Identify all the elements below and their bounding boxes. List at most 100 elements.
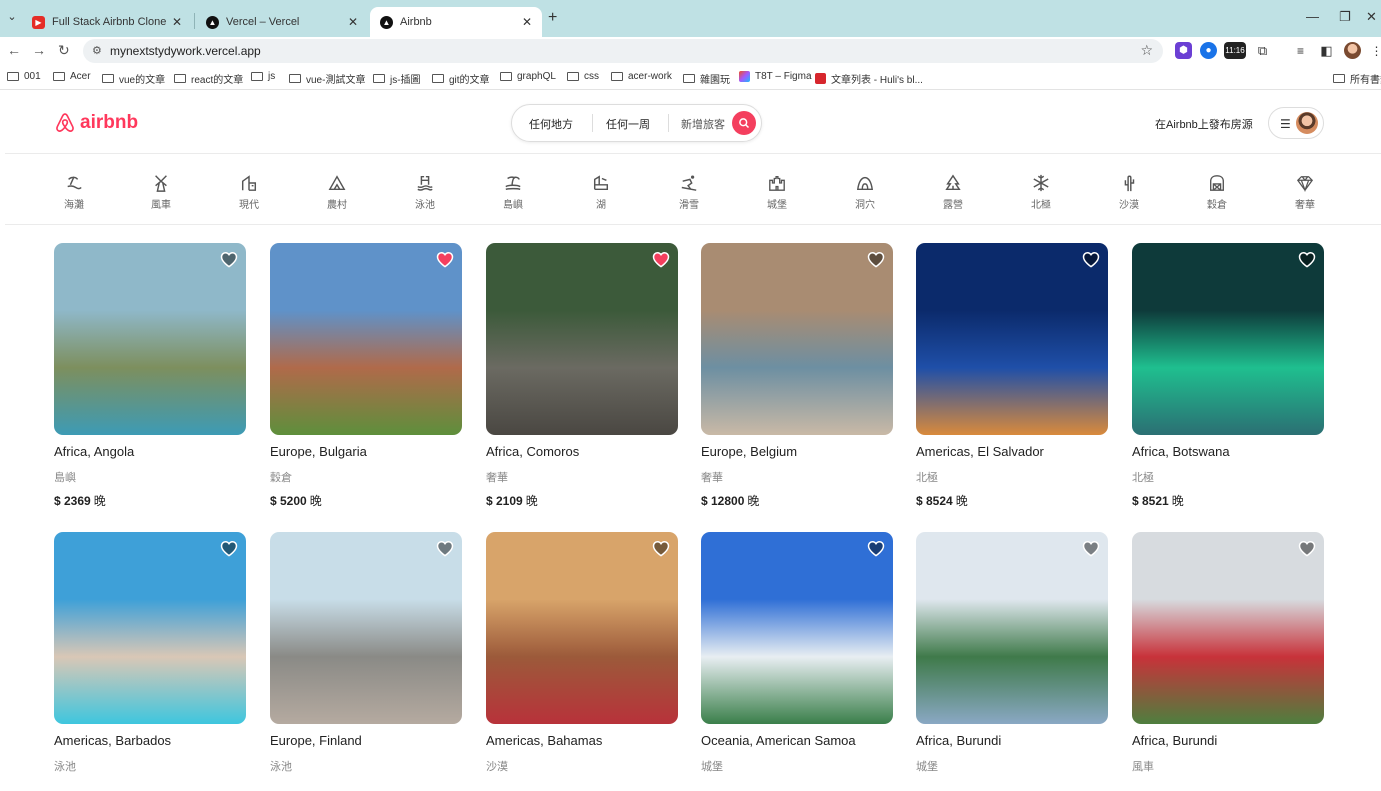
category-cave[interactable]: 洞穴 [835,174,895,211]
listing-card[interactable]: Africa, Comoros 奢華 $ 2109 晚 [486,243,678,508]
bookmark-figma[interactable]: T8T – Figma [739,71,812,82]
heart-icon[interactable] [1298,251,1316,273]
bookmark-folder[interactable]: vue的文章 [102,71,165,86]
category-lake[interactable]: 湖 [571,174,631,211]
search-bar[interactable]: 任何地方 任何一周 新增旅客 [511,104,762,142]
listing-card[interactable]: Europe, Bulgaria 穀倉 $ 5200 晚 [270,243,462,508]
site-info-icon[interactable]: ⚙ [92,44,102,57]
extension-icon[interactable]: ⬢ [1175,42,1192,59]
listing-image[interactable] [916,243,1108,435]
listing-card[interactable]: Oceania, American Samoa 城堡 [701,532,893,773]
category-modern[interactable]: 現代 [219,174,279,211]
close-icon[interactable]: ✕ [348,15,358,29]
heart-icon[interactable] [1298,540,1316,562]
listing-card[interactable]: Americas, Bahamas 沙漠 [486,532,678,773]
clock-extension-icon[interactable]: 11:16 [1224,42,1246,59]
category-windmill[interactable]: 風車 [131,174,191,211]
bookmark-folder[interactable]: acer-work [611,71,672,82]
category-castle[interactable]: 城堡 [747,174,807,211]
listing-image[interactable] [54,243,246,435]
heart-icon[interactable] [867,540,885,562]
airbnb-logo[interactable]: airbnb [54,111,138,135]
search-anywhere[interactable]: 任何地方 [529,116,573,132]
new-tab-button[interactable]: + [548,9,557,27]
category-arctic[interactable]: 北極 [1011,174,1071,211]
heart-icon[interactable] [652,540,670,562]
heart-icon[interactable] [1082,540,1100,562]
search-anyweek[interactable]: 任何一周 [606,116,650,132]
category-desert[interactable]: 沙漠 [1099,174,1159,211]
category-beach[interactable]: 海灘 [44,174,104,211]
bookmark-star-icon[interactable]: ☆ [1140,42,1153,59]
reload-icon[interactable]: ↻ [58,42,70,59]
bookmark-folder[interactable]: graphQL [500,71,556,82]
listing-image[interactable] [1132,532,1324,724]
listing-image[interactable] [701,532,893,724]
tab-search-button[interactable]: ⌄ [4,10,20,26]
search-guests[interactable]: 新增旅客 [681,116,725,132]
heart-icon[interactable] [652,251,670,273]
listing-image[interactable] [270,243,462,435]
bookmark-site[interactable]: 文章列表 - Huli's bl... [815,71,923,86]
listing-card[interactable]: Africa, Burundi 城堡 [916,532,1108,773]
browser-tab-youtube[interactable]: ▶ Full Stack Airbnb Clone with I ✕ [22,7,192,37]
menu-dots-icon[interactable]: ⋮ [1368,42,1381,59]
close-window-icon[interactable]: ✕ [1366,9,1377,25]
heart-icon[interactable] [1082,251,1100,273]
heart-icon[interactable] [220,540,238,562]
bookmark-folder[interactable]: Acer [53,71,91,82]
bookmark-folder[interactable]: git的文章 [432,71,490,86]
minimize-icon[interactable]: — [1306,9,1319,24]
bookmark-folder[interactable]: vue-測試文章 [289,71,365,86]
listing-card[interactable]: Europe, Finland 泳池 [270,532,462,773]
forward-icon[interactable]: → [32,42,46,58]
bookmark-folder[interactable]: 雜園玩 [683,71,730,86]
listing-card[interactable]: Europe, Belgium 奢華 $ 12800 晚 [701,243,893,508]
heart-icon[interactable] [867,251,885,273]
category-camping[interactable]: 露營 [923,174,983,211]
listing-image[interactable] [486,532,678,724]
category-countryside[interactable]: 農村 [307,174,367,211]
category-pool[interactable]: 泳池 [395,174,455,211]
listing-image[interactable] [1132,243,1324,435]
url-text[interactable]: mynextstydywork.vercel.app [110,44,261,58]
listing-image[interactable] [270,532,462,724]
address-bar[interactable]: ⚙ mynextstydywork.vercel.app ☆ [83,39,1163,63]
heart-icon[interactable] [436,251,454,273]
search-button[interactable] [732,111,756,135]
listing-card[interactable]: Africa, Botswana 北極 $ 8521 晚 [1132,243,1324,508]
bookmark-folder[interactable]: js-插圖 [373,71,421,86]
puzzle-icon[interactable]: ⧉ [1254,42,1271,59]
listing-image[interactable] [54,532,246,724]
profile-avatar[interactable] [1344,42,1361,59]
listing-card[interactable]: Americas, El Salvador 北極 $ 8524 晚 [916,243,1108,508]
category-island[interactable]: 島嶼 [483,174,543,211]
category-lux[interactable]: 奢華 [1275,174,1335,211]
category-skiing[interactable]: 滑雪 [659,174,719,211]
bookmark-folder[interactable]: react的文章 [174,71,243,86]
heart-icon[interactable] [220,251,238,273]
sidepanel-icon[interactable]: ◧ [1318,42,1335,59]
user-menu-button[interactable]: ☰ [1268,107,1324,139]
bookmark-folder[interactable]: js [251,71,275,82]
listing-card[interactable]: Africa, Burundi 風車 [1132,532,1324,773]
extension-icon[interactable]: ● [1200,42,1217,59]
listing-card[interactable]: Americas, Barbados 泳池 [54,532,246,773]
category-barn[interactable]: 穀倉 [1187,174,1247,211]
listing-card[interactable]: Africa, Angola 島嶼 $ 2369 晚 [54,243,246,508]
listing-image[interactable] [916,532,1108,724]
bookmark-folder[interactable]: css [567,71,599,82]
browser-tab-vercel[interactable]: ▲ Vercel – Vercel ✕ [196,7,368,37]
listing-image[interactable] [486,243,678,435]
close-icon[interactable]: ✕ [522,15,532,29]
back-icon[interactable]: ← [7,42,21,58]
close-icon[interactable]: ✕ [172,15,182,29]
media-icon[interactable]: ≡ [1292,42,1309,59]
listing-image[interactable] [701,243,893,435]
browser-tab-airbnb[interactable]: ▲ Airbnb ✕ [370,7,542,37]
host-link[interactable]: 在Airbnb上發布房源 [1155,116,1253,132]
bookmark-folder[interactable]: 001 [7,71,41,82]
all-bookmarks[interactable]: 所有書籤 [1333,71,1381,86]
restore-icon[interactable]: ❐ [1339,9,1351,25]
heart-icon[interactable] [436,540,454,562]
